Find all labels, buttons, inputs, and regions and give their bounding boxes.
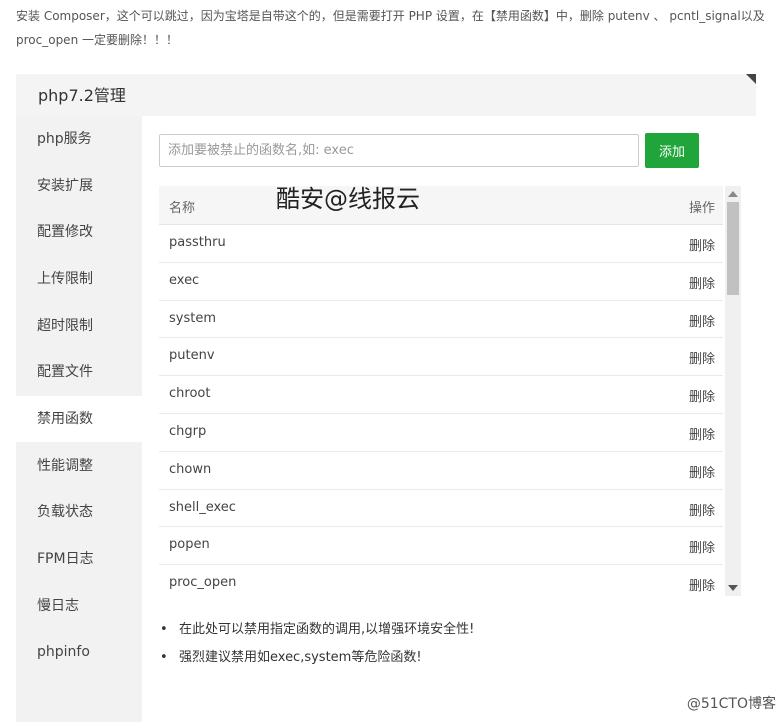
delete-link[interactable]: 删除: [689, 424, 715, 443]
function-name: system: [169, 310, 216, 326]
table-row: exec 删除: [159, 263, 723, 301]
content-area: 添加 名称 操作 passthru 删除 exec 删除 system 删除 pute…: [142, 116, 756, 722]
sidebar-item-config-file[interactable]: 配置文件: [16, 349, 142, 395]
table-row: popen 删除: [159, 527, 723, 566]
panel-header: php7.2管理: [16, 74, 756, 116]
sidebar-item-phpinfo[interactable]: phpinfo: [16, 629, 142, 675]
php-manager-panel: php7.2管理 php服务 安装扩展 配置修改 上传限制 超时限制 配置文件 …: [16, 74, 756, 722]
sidebar-item-disabled-functions[interactable]: 禁用函数: [16, 396, 142, 442]
disabled-functions-table: 名称 操作 passthru 删除 exec 删除 system 删除 putenv 删…: [159, 186, 741, 596]
table-row: putenv 删除: [159, 338, 723, 377]
table-row: chown 删除: [159, 452, 723, 490]
sidebar-item-upload-limit[interactable]: 上传限制: [16, 256, 142, 302]
column-header-operation: 操作: [688, 201, 715, 216]
sidebar-item-php-service[interactable]: php服务: [16, 116, 142, 162]
overlay-watermark-text: 酷安@线报云: [276, 185, 420, 213]
table-row: chgrp 删除: [159, 414, 723, 452]
add-button[interactable]: 添加: [645, 133, 699, 168]
scrollbar-thumb[interactable]: [727, 202, 739, 295]
function-name: proc_open: [169, 575, 237, 591]
delete-link[interactable]: 删除: [689, 575, 715, 594]
site-watermark: @51CTO博客: [686, 696, 776, 712]
table-header: 名称 操作: [159, 186, 723, 225]
table-body: passthru 删除 exec 删除 system 删除 putenv 删除 chro…: [159, 225, 723, 596]
delete-link[interactable]: 删除: [689, 386, 715, 405]
sidebar: php服务 安装扩展 配置修改 上传限制 超时限制 配置文件 禁用函数 性能调整…: [16, 116, 142, 722]
function-name-input[interactable]: [159, 134, 639, 167]
scroll-down-arrow-icon[interactable]: [728, 585, 738, 591]
tips-list: 在此处可以禁用指定函数的调用,以增强环境安全性! 强烈建议禁用如exec,sys…: [160, 616, 474, 672]
sidebar-item-performance-tuning[interactable]: 性能调整: [16, 443, 142, 489]
function-name: chgrp: [169, 423, 207, 439]
table-row: passthru 删除: [159, 225, 723, 263]
table-row: chroot 删除: [159, 376, 723, 414]
table-scrollbar[interactable]: [725, 186, 741, 596]
function-name: chown: [169, 461, 212, 477]
sidebar-item-timeout-limit[interactable]: 超时限制: [16, 303, 142, 349]
sidebar-item-config-edit[interactable]: 配置修改: [16, 209, 142, 255]
function-name: exec: [169, 272, 200, 288]
sidebar-item-slow-log[interactable]: 慢日志: [16, 583, 142, 629]
function-name: chroot: [169, 386, 211, 402]
table-row: proc_open 删除: [159, 565, 723, 596]
sidebar-item-install-extensions[interactable]: 安装扩展: [16, 163, 142, 209]
function-name: popen: [169, 537, 210, 553]
corner-fold-icon: [746, 74, 756, 84]
sidebar-item-fpm-log[interactable]: FPM日志: [16, 536, 142, 582]
delete-link[interactable]: 删除: [689, 537, 715, 556]
function-name: passthru: [169, 235, 226, 250]
scroll-up-arrow-icon[interactable]: [728, 191, 738, 197]
panel-title: php7.2管理: [38, 86, 126, 105]
delete-link[interactable]: 删除: [689, 462, 715, 481]
tip-item: 在此处可以禁用指定函数的调用,以增强环境安全性!: [160, 616, 474, 644]
column-header-name: 名称: [169, 201, 196, 216]
sidebar-item-load-status[interactable]: 负载状态: [16, 489, 142, 535]
table-row: shell_exec 删除: [159, 490, 723, 528]
tip-item: 强烈建议禁用如exec,system等危险函数!: [160, 644, 474, 672]
delete-link[interactable]: 删除: [689, 273, 715, 292]
function-name: putenv: [169, 348, 215, 364]
delete-link[interactable]: 删除: [689, 311, 715, 330]
intro-text: 安装 Composer，这个可以跳过，因为宝塔是自带这个的，但是需要打开 PHP…: [16, 9, 765, 47]
delete-link[interactable]: 删除: [689, 235, 715, 254]
delete-link[interactable]: 删除: [689, 348, 715, 367]
table-row: system 删除: [159, 301, 723, 339]
function-name: shell_exec: [169, 499, 236, 515]
delete-link[interactable]: 删除: [689, 500, 715, 519]
